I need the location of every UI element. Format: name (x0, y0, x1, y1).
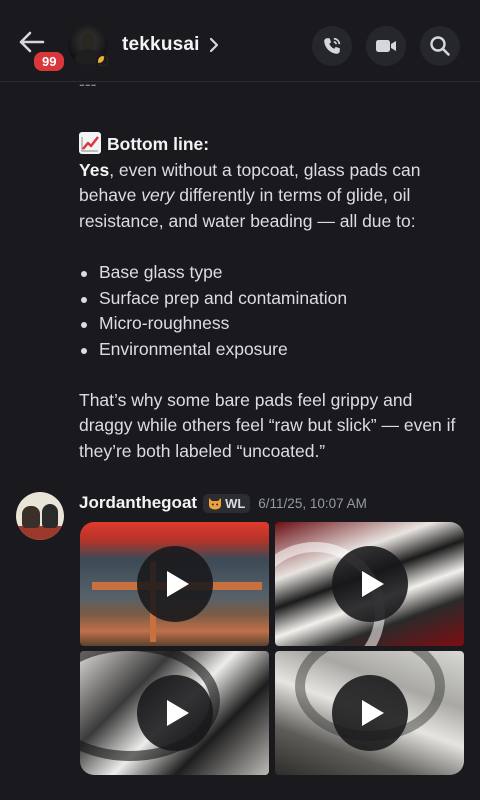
factor-list: Base glass type Surface prep and contami… (79, 260, 469, 363)
author-name[interactable]: Jordanthegoat (79, 493, 197, 513)
play-icon (361, 700, 384, 726)
video-call-button[interactable] (366, 26, 406, 66)
phone-icon (324, 37, 341, 54)
play-button[interactable] (331, 675, 408, 751)
play-button[interactable] (136, 675, 213, 751)
chevron-right-icon[interactable] (208, 37, 220, 53)
bottom-line-heading: Bottom line: (79, 132, 469, 158)
idle-status-icon (96, 54, 110, 68)
author-avatar[interactable] (16, 492, 64, 540)
play-icon (166, 571, 189, 597)
tag-label: WL (225, 495, 246, 511)
video-thumbnail[interactable] (275, 651, 464, 775)
cat-face-icon (209, 497, 222, 509)
message-body: Bottom line: Yes, even without a topcoat… (79, 132, 469, 465)
video-attachments (80, 522, 464, 776)
list-item: Micro-roughness (79, 311, 469, 337)
server-tag-badge[interactable]: WL (203, 493, 251, 513)
play-button[interactable] (136, 546, 213, 622)
video-thumbnail[interactable] (80, 522, 269, 646)
list-item: Surface prep and contamination (79, 286, 469, 312)
search-icon (430, 36, 450, 56)
play-icon (361, 571, 384, 597)
user-name[interactable]: tekkusai (122, 34, 200, 56)
video-thumbnail[interactable] (275, 522, 464, 646)
list-item: Base glass type (79, 260, 469, 286)
search-button[interactable] (420, 26, 460, 66)
play-icon (166, 700, 189, 726)
message-list[interactable]: --- Bottom line: Yes, even without a top… (0, 82, 480, 800)
timestamp: 6/11/25, 10:07 AM (258, 495, 367, 511)
unread-count-badge: 99 (32, 50, 67, 73)
chat-header: 99 tekkusai (0, 0, 480, 82)
video-thumbnail[interactable] (80, 651, 269, 775)
message-header: Jordanthegoat WL 6/11/25, 10:07 AM (79, 491, 367, 515)
voice-call-button[interactable] (312, 26, 352, 66)
play-button[interactable] (331, 546, 408, 622)
closing-paragraph: That’s why some bare pads feel grippy an… (79, 389, 456, 462)
chart-increasing-icon (79, 132, 101, 154)
explanation-paragraph: Yes, even without a topcoat, glass pads … (79, 159, 421, 232)
list-item: Environmental exposure (79, 337, 469, 363)
separator-text: --- (79, 82, 97, 94)
video-camera-icon (376, 40, 396, 52)
